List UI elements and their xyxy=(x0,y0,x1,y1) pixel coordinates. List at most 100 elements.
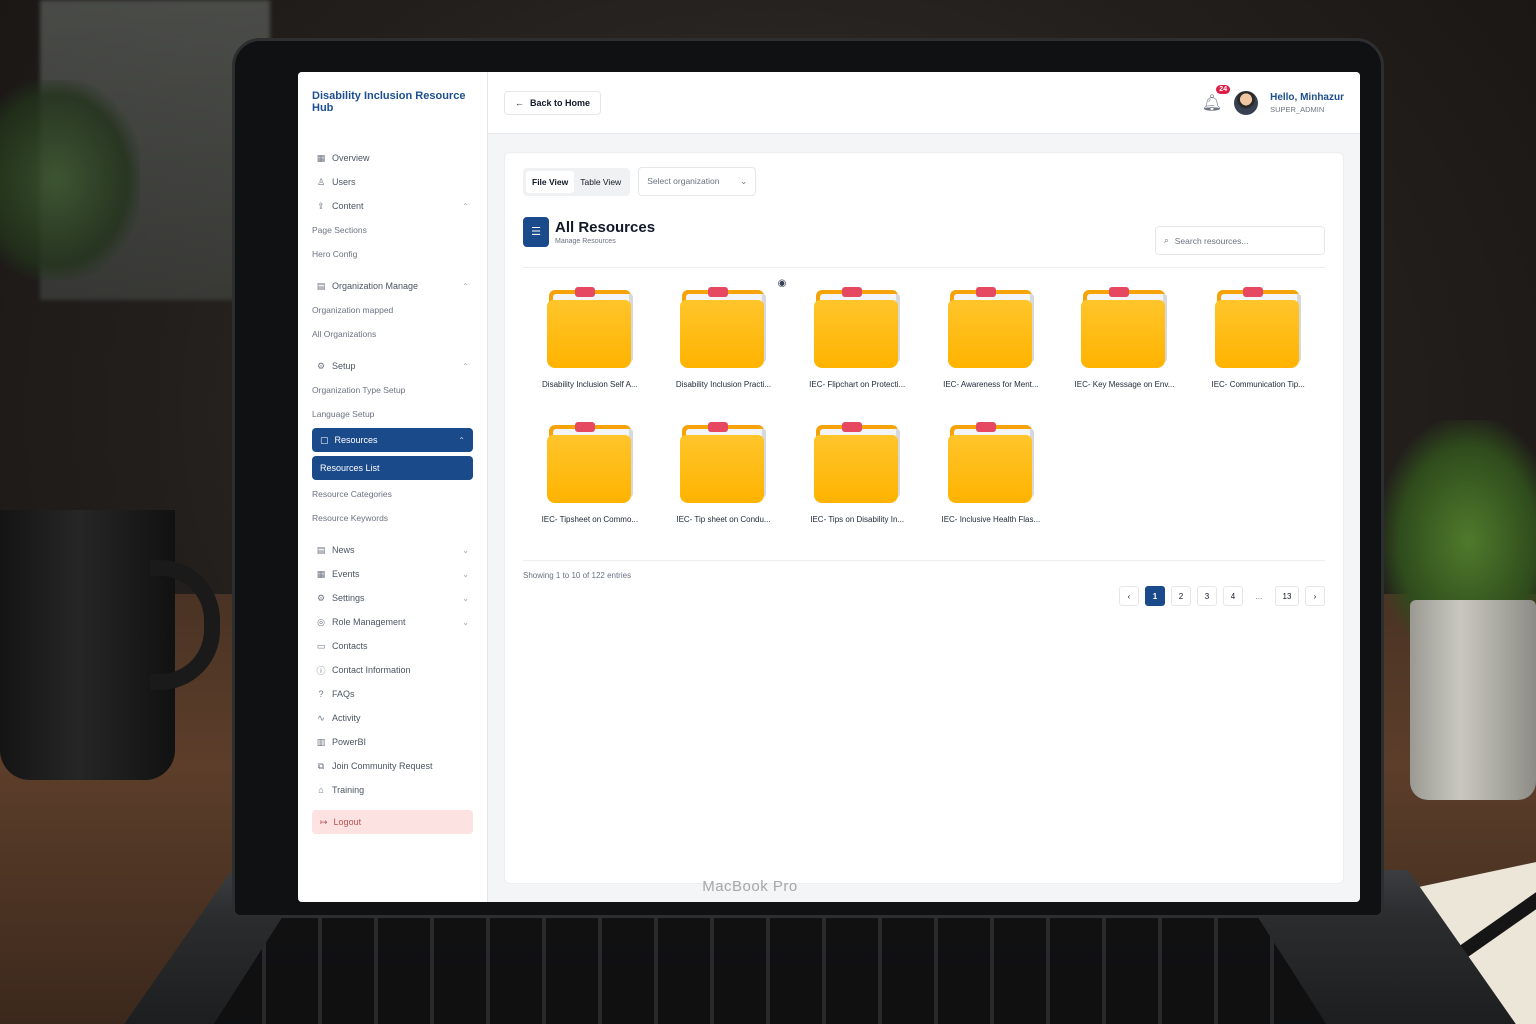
resource-folder[interactable]: IEC- Communication Tip... xyxy=(1191,284,1325,389)
prev-page-button[interactable]: ‹ xyxy=(1119,586,1139,606)
sidebar-item-overview[interactable]: ▦ Overview xyxy=(312,146,473,170)
folder-icon xyxy=(946,419,1036,505)
sidebar-item-label: Join Community Request xyxy=(332,761,433,771)
view-tabs: File View Table View xyxy=(523,167,631,196)
sidebar-item-label: Setup xyxy=(332,361,356,371)
page-button[interactable]: 2 xyxy=(1171,586,1191,606)
sidebar-item-label: Organization Manage xyxy=(332,281,419,291)
resource-folder[interactable]: IEC- Tip sheet on Condu... xyxy=(657,419,791,524)
tab-table-view[interactable]: Table View xyxy=(574,171,627,193)
sidebar-item-users[interactable]: ♙ Users xyxy=(312,170,473,194)
page-title: All Resources xyxy=(555,218,656,236)
tab-file-view[interactable]: File View xyxy=(526,170,575,193)
sidebar-item-label: Overview xyxy=(332,153,370,163)
resource-folder[interactable]: IEC- Flipchart on Protecti... xyxy=(790,284,924,389)
upload-icon: ⇪ xyxy=(317,200,325,211)
sidebar-item-content[interactable]: ⇪ Content ⌃ xyxy=(312,194,473,218)
calendar-icon: ▦ xyxy=(316,568,326,579)
sidebar-item-label: Resources List xyxy=(320,463,380,473)
resource-folder[interactable]: Disability Inclusion Self A... xyxy=(523,284,657,389)
user-role: SUPER_ADMIN xyxy=(1270,104,1325,114)
app-logo[interactable]: Disability Inclusion Resource Hub xyxy=(312,90,473,114)
chart-icon: ▥ xyxy=(316,736,326,747)
top-bar: ← Back to Home 🔔︎ 24 Hello, Minhazur SUP… xyxy=(488,72,1360,134)
heading-row: ☰ All Resources Manage Resources ⌕ Searc… xyxy=(523,208,1325,268)
logout-label: Logout xyxy=(333,817,362,827)
sidebar-item-organization-manage[interactable]: ▤ Organization Manage ⌃ xyxy=(312,274,473,298)
user-greeting: Hello, Minhazur xyxy=(1270,91,1344,103)
sidebar-item-setup[interactable]: ⚙ Setup ⌃ xyxy=(312,354,473,378)
resource-folder-label: IEC- Communication Tip... xyxy=(1211,380,1305,389)
resource-folder-label: IEC- Flipchart on Protecti... xyxy=(809,380,906,389)
page-button[interactable]: 13 xyxy=(1275,586,1299,606)
resource-grid: Disability Inclusion Self A... ◉ Disabilit… xyxy=(523,278,1325,524)
notification-bell[interactable]: 🔔︎ 24 xyxy=(1202,84,1231,113)
resource-folder[interactable]: IEC- Inclusive Health Flas... xyxy=(924,419,1058,524)
sidebar-item-news[interactable]: ▤ News ⌄ xyxy=(312,538,473,562)
sidebar-subitem-resource-keywords[interactable]: Resource Keywords xyxy=(312,506,473,530)
logout-icon: ↦ xyxy=(320,816,328,827)
chevron-up-icon: ⌃ xyxy=(462,361,469,371)
sidebar-item-label: Role Management xyxy=(332,617,406,627)
sidebar-item-faqs[interactable]: ? FAQs xyxy=(312,682,473,706)
resource-folder[interactable]: IEC- Tipsheet on Commo... xyxy=(523,419,657,524)
logout-button[interactable]: ↦ Logout xyxy=(312,810,473,834)
sidebar-item-training[interactable]: ⌂ Training xyxy=(312,778,473,802)
search-input[interactable]: ⌕ Search resources... xyxy=(1155,226,1325,255)
resource-folder-label: IEC- Awareness for Ment... xyxy=(943,380,1039,389)
sidebar-item-join-community[interactable]: ⧉ Join Community Request xyxy=(312,754,473,778)
app-screen: Disability Inclusion Resource Hub ▦ Over… xyxy=(298,72,1360,902)
eye-icon[interactable]: ◉ xyxy=(778,278,787,289)
sidebar-item-settings[interactable]: ⚙ Settings ⌄ xyxy=(312,586,473,610)
page-button[interactable]: 1 xyxy=(1145,586,1165,606)
sidebar-item-contacts[interactable]: ▭ Contacts xyxy=(312,634,473,658)
resource-folder[interactable]: ◉ Disability Inclusion Practi... xyxy=(657,278,791,389)
view-toolbar: File View Table View Select organization… xyxy=(523,167,1325,196)
avatar[interactable] xyxy=(1234,90,1259,115)
folder-icon xyxy=(812,419,902,505)
sidebar-subitem-resource-categories[interactable]: Resource Categories xyxy=(312,482,473,506)
sidebar-item-contact-information[interactable]: ⓘ Contact Information xyxy=(312,658,473,682)
resource-folder[interactable]: IEC- Key Message on Env... xyxy=(1058,284,1192,389)
folder-icon xyxy=(545,419,635,505)
background-plant xyxy=(0,80,140,280)
sidebar-subitem-hero-config[interactable]: Hero Config xyxy=(312,242,473,266)
resource-folder-label: IEC- Tips on Disability In... xyxy=(810,515,905,524)
page-button[interactable]: 4 xyxy=(1223,586,1243,606)
resource-folder[interactable]: IEC- Tips on Disability In... xyxy=(790,419,924,524)
sidebar-subitem-all-organizations[interactable]: All Organizations xyxy=(312,322,473,346)
next-page-button[interactable]: › xyxy=(1305,586,1325,606)
sidebar-item-events[interactable]: ▦ Events ⌄ xyxy=(312,562,473,586)
chevron-down-icon: ⌄ xyxy=(462,617,469,627)
sidebar-subitem-page-sections[interactable]: Page Sections xyxy=(312,218,473,242)
info-icon: ⓘ xyxy=(316,665,326,676)
sidebar-item-label: FAQs xyxy=(332,689,355,699)
pagination: ‹ 1 2 3 4... 13 › xyxy=(523,586,1325,606)
sidebar-subitem-organization-type-setup[interactable]: Organization Type Setup xyxy=(312,378,473,402)
sidebar-item-activity[interactable]: ∿ Activity xyxy=(312,706,473,730)
resource-folder[interactable]: IEC- Awareness for Ment... xyxy=(924,284,1058,389)
select-placeholder: Select organization xyxy=(647,176,720,186)
resource-folder-label: IEC- Inclusive Health Flas... xyxy=(941,515,1041,524)
sidebar-item-label: Settings xyxy=(332,593,365,603)
sidebar-subitem-resources-list[interactable]: Resources List xyxy=(312,456,473,480)
chevron-up-icon: ⌃ xyxy=(462,201,469,211)
sidebar-item-resources[interactable]: ▢ Resources ⌃ xyxy=(312,428,473,452)
chevron-down-icon: ⌄ xyxy=(462,569,469,579)
sidebar-subitem-organization-mapped[interactable]: Organization mapped xyxy=(312,298,473,322)
sidebar: Disability Inclusion Resource Hub ▦ Over… xyxy=(298,72,488,902)
sidebar-item-role-management[interactable]: ◎ Role Management ⌄ xyxy=(312,610,473,634)
user-info: Hello, Minhazur SUPER_ADMIN xyxy=(1270,92,1344,114)
laptop-brand: MacBook Pro xyxy=(702,878,798,895)
folder-icon xyxy=(812,284,902,370)
page-button[interactable]: 3 xyxy=(1197,586,1217,606)
entries-summary: Showing 1 to 10 of 122 entries xyxy=(523,571,632,580)
back-to-home-button[interactable]: ← Back to Home xyxy=(504,90,602,115)
user-area: 🔔︎ 24 Hello, Minhazur SUPER_ADMIN xyxy=(1202,84,1344,115)
organization-select[interactable]: Select organization ⌄ xyxy=(638,167,757,196)
sidebar-item-powerbi[interactable]: ▥ PowerBI xyxy=(312,730,473,754)
arrow-left-icon: ← xyxy=(515,97,524,108)
sidebar-item-label: Training xyxy=(332,785,365,795)
sidebar-subitem-language-setup[interactable]: Language Setup xyxy=(312,402,473,426)
